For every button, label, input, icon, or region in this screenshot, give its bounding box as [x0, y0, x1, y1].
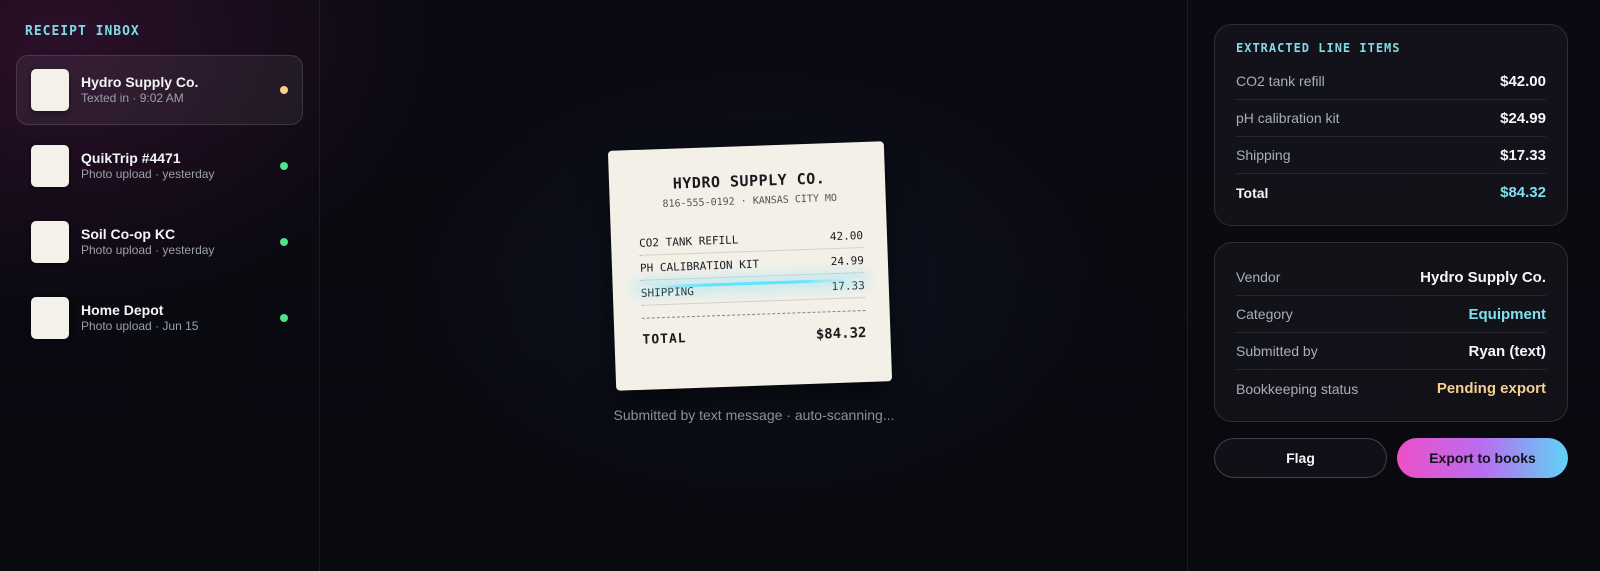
receipt-line-item: PH CALIBRATION KIT [639, 257, 760, 275]
total-value: $84.32 [1500, 184, 1546, 201]
line-items-title: EXTRACTED LINE ITEMS [1236, 41, 1401, 55]
receipt-meta: 816-555-0192 · KANSAS CITY MO [662, 192, 838, 211]
status-dot [280, 314, 288, 322]
line-item-label: pH calibration kit [1236, 110, 1340, 126]
receipt-item-name: QuikTrip #4471 [81, 150, 181, 166]
app: RECEIPT INBOX Hydro Supply Co. Texted in… [0, 0, 1600, 571]
bookkeeping-status-row: Bookkeeping status Pending export [1236, 370, 1546, 407]
receipt-line-item: CO2 TANK REFILL [638, 233, 739, 250]
line-item-row: pH calibration kit $24.99 [1236, 100, 1546, 137]
receipt-lines: CO2 TANK REFILL 42.00 PH CALIBRATION KIT… [638, 223, 866, 306]
action-buttons: Flag Export to books [1214, 438, 1568, 478]
line-items-total-row: Total $84.32 [1236, 174, 1546, 211]
bookkeeping-status-label: Bookkeeping status [1236, 380, 1359, 397]
status-dot [280, 86, 288, 94]
export-to-books-button[interactable]: Export to books [1397, 438, 1568, 478]
receipt-total: TOTAL $84.32 [642, 325, 866, 349]
receipt-vendor: HYDRO SUPPLY CO. [672, 169, 826, 193]
submitted-by-row: Submitted by Ryan (text) [1236, 333, 1546, 370]
receipt-thumbnail [31, 221, 69, 263]
line-item-row: Shipping $17.33 [1236, 137, 1546, 174]
vendor-row: Vendor Hydro Supply Co. [1236, 259, 1546, 296]
receipt-total-label: TOTAL [642, 331, 687, 348]
submitted-by-label: Submitted by [1236, 343, 1318, 359]
line-item-label: CO2 tank refill [1236, 73, 1325, 89]
line-items-card: EXTRACTED LINE ITEMS CO2 tank refill $42… [1214, 24, 1568, 226]
category-row: Category Equipment [1236, 296, 1546, 333]
receipt-item-name: Hydro Supply Co. [81, 74, 199, 90]
receipt-meta-card: Vendor Hydro Supply Co. Category Equipme… [1214, 242, 1568, 422]
details-panel: EXTRACTED LINE ITEMS CO2 tank refill $42… [1188, 0, 1600, 571]
category-label: Category [1236, 306, 1293, 322]
receipt-item-subtitle: Photo upload · yesterday [81, 243, 215, 257]
receipt-item[interactable]: Hydro Supply Co. Texted in · 9:02 AM [16, 55, 303, 125]
receipt-item-name: Soil Co-op KC [81, 226, 176, 242]
receipt-item-subtitle: Texted in · 9:02 AM [81, 91, 184, 105]
bookkeeping-status-value: Pending export [1436, 380, 1546, 397]
line-item-row: CO2 tank refill $42.00 [1236, 63, 1546, 100]
total-label: Total [1236, 184, 1269, 201]
receipt-item[interactable]: Home Depot Photo upload · Jun 15 [16, 283, 303, 353]
status-dot [280, 238, 288, 246]
receipt-total-value: $84.32 [815, 324, 867, 343]
receipt-paper: HYDRO SUPPLY CO. 816-555-0192 · KANSAS C… [607, 141, 893, 391]
receipt-item[interactable]: Soil Co-op KC Photo upload · yesterday [16, 207, 303, 277]
receipt-item-name: Home Depot [81, 302, 164, 318]
vendor-value: Hydro Supply Co. [1420, 268, 1546, 286]
category-value[interactable]: Equipment [1469, 306, 1547, 323]
flag-button[interactable]: Flag [1214, 438, 1387, 478]
receipt-preview-area: HYDRO SUPPLY CO. 816-555-0192 · KANSAS C… [320, 0, 1188, 571]
submitted-by-value: Ryan (text) [1468, 342, 1546, 360]
receipt-item[interactable]: QuikTrip #4471 Photo upload · yesterday [16, 131, 303, 201]
receipt-thumbnail [31, 297, 69, 339]
vendor-label: Vendor [1236, 269, 1281, 285]
line-item-value: $24.99 [1500, 109, 1546, 127]
line-item-value: $42.00 [1500, 72, 1546, 90]
receipt-line-amount: 42.00 [829, 229, 864, 244]
receipt-line-amount: 24.99 [830, 254, 865, 269]
receipt-preview: HYDRO SUPPLY CO. 816-555-0192 · KANSAS C… [607, 141, 893, 391]
receipt-item-subtitle: Photo upload · Jun 15 [81, 319, 199, 333]
receipt-divider [641, 309, 866, 319]
line-item-value: $17.33 [1500, 146, 1546, 164]
line-item-label: Shipping [1236, 147, 1291, 163]
receipt-thumbnail [31, 145, 69, 187]
receipt-thumbnail [31, 69, 69, 111]
sidebar-title: RECEIPT INBOX [25, 24, 140, 39]
receipt-inbox-sidebar: RECEIPT INBOX Hydro Supply Co. Texted in… [0, 0, 320, 571]
receipt-item-subtitle: Photo upload · yesterday [81, 167, 215, 181]
scan-caption: Submitted by text message · auto-scannin… [613, 407, 895, 423]
status-dot [280, 162, 288, 170]
